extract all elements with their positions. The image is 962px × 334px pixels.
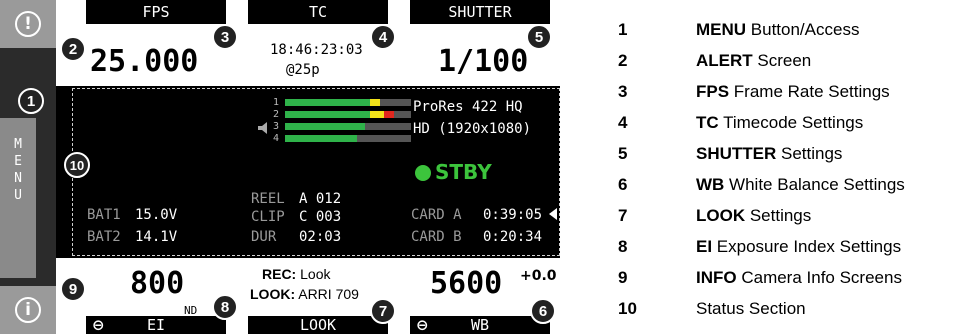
bat1-value: 15.0V (135, 207, 178, 223)
clip-label: CLIP (251, 209, 285, 225)
wb-label: WB (470, 316, 490, 334)
card-b-value: 0:20:34 (483, 229, 543, 245)
legend-row: 9 INFO Camera Info Screens (618, 268, 902, 287)
audio-meter (285, 123, 411, 130)
audio-meter (285, 111, 411, 118)
audio-meter (285, 99, 411, 106)
legend-row: 5 SHUTTER Settings (618, 144, 843, 163)
card-b-label: CARD B (411, 229, 462, 245)
tc-tab[interactable]: TC (248, 0, 388, 24)
callout-5: 5 (526, 24, 552, 50)
reel-value: A 012 (299, 191, 342, 207)
active-card-indicator-icon (549, 208, 557, 220)
alert-button[interactable]: ! (0, 0, 56, 48)
legend-row: 6 WB White Balance Settings (618, 175, 905, 194)
wb-value[interactable]: 5600 (430, 266, 502, 301)
tc-label: TC (308, 3, 328, 21)
audio-ch-label: 3 (273, 121, 280, 132)
dur-label: DUR (251, 229, 277, 245)
shutter-label: SHUTTER (448, 3, 512, 21)
legend-row: 3 FPS Frame Rate Settings (618, 82, 890, 101)
tc-rate: @25p (286, 62, 320, 78)
callout-6: 6 (530, 298, 556, 324)
legend-row: 7 LOOK Settings (618, 206, 812, 225)
codec-text: ProRes 422 HQ (413, 99, 523, 115)
record-status-dot (415, 165, 431, 181)
dur-value: 02:03 (299, 229, 342, 245)
callout-9: 9 (60, 276, 86, 302)
callout-3: 3 (212, 24, 238, 50)
info-icon: i (15, 297, 41, 323)
resolution-text: HD (1920x1080) (413, 121, 532, 137)
wb-tint: +0.0 (520, 268, 557, 284)
audio-ch-label: 1 (273, 97, 280, 108)
record-status: STBY (435, 160, 492, 184)
callout-2: 2 (60, 36, 86, 62)
look-tab[interactable]: LOOK (248, 316, 388, 334)
info-button[interactable]: i (0, 286, 56, 334)
legend-row: 8 EI Exposure Index Settings (618, 237, 902, 256)
audio-meter (285, 135, 411, 142)
callout-1: 1 (18, 88, 44, 114)
legend-row: 4 TC Timecode Settings (618, 113, 864, 132)
lock-arrow-icon: ⊖ (416, 316, 429, 334)
look-tab-label: LOOK (299, 316, 337, 334)
wb-tab[interactable]: ⊖ WB (410, 316, 550, 334)
ei-label: EI (146, 316, 166, 334)
camera-screen: ! M E N U i FPS TC SHUTTER 25.000 18:46:… (0, 0, 560, 334)
callout-4: 4 (370, 24, 396, 50)
lock-arrow-icon: ⊖ (92, 316, 105, 334)
callout-8: 8 (212, 294, 238, 320)
card-a-value: 0:39:05 (483, 207, 543, 223)
speaker-icon (258, 122, 267, 134)
callout-7: 7 (370, 298, 396, 324)
look-label: LOOK: (250, 286, 296, 302)
callout-10: 10 (64, 152, 90, 178)
menu-letter: E (14, 154, 22, 169)
fps-value[interactable]: 25.000 (90, 44, 198, 79)
shutter-value[interactable]: 1/100 (438, 44, 528, 79)
status-section: 1 2 3 4 ProRes 422 HQ HD (1920x1080) STB… (72, 88, 560, 256)
ei-tab[interactable]: ⊖ EI (86, 316, 226, 334)
tc-time[interactable]: 18:46:23:03 (270, 42, 363, 58)
legend-row: 10 Status Section (618, 299, 806, 318)
alert-icon: ! (15, 11, 41, 37)
menu-letter: U (14, 188, 22, 203)
fps-label: FPS (142, 3, 170, 21)
ei-value[interactable]: 800 (130, 266, 184, 301)
bat2-value: 14.1V (135, 229, 178, 245)
menu-tab[interactable]: M E N U (0, 118, 36, 278)
fps-tab[interactable]: FPS (86, 0, 226, 24)
look-value[interactable]: ARRI 709 (298, 286, 359, 302)
bat2-label: BAT2 (87, 229, 121, 245)
rec-label: REC: (262, 266, 297, 282)
menu-letter: N (14, 171, 22, 186)
menu-letter: M (14, 137, 22, 152)
audio-ch-label: 2 (273, 109, 280, 120)
shutter-tab[interactable]: SHUTTER (410, 0, 550, 24)
rec-value: Look (300, 266, 331, 282)
legend-row: 2 ALERT Screen (618, 51, 812, 70)
legend-row: 1 MENU Button/Access (618, 20, 860, 39)
reel-label: REEL (251, 191, 285, 207)
card-a-label: CARD A (411, 207, 462, 223)
audio-ch-label: 4 (273, 133, 280, 144)
bat1-label: BAT1 (87, 207, 121, 223)
clip-value: C 003 (299, 209, 342, 225)
